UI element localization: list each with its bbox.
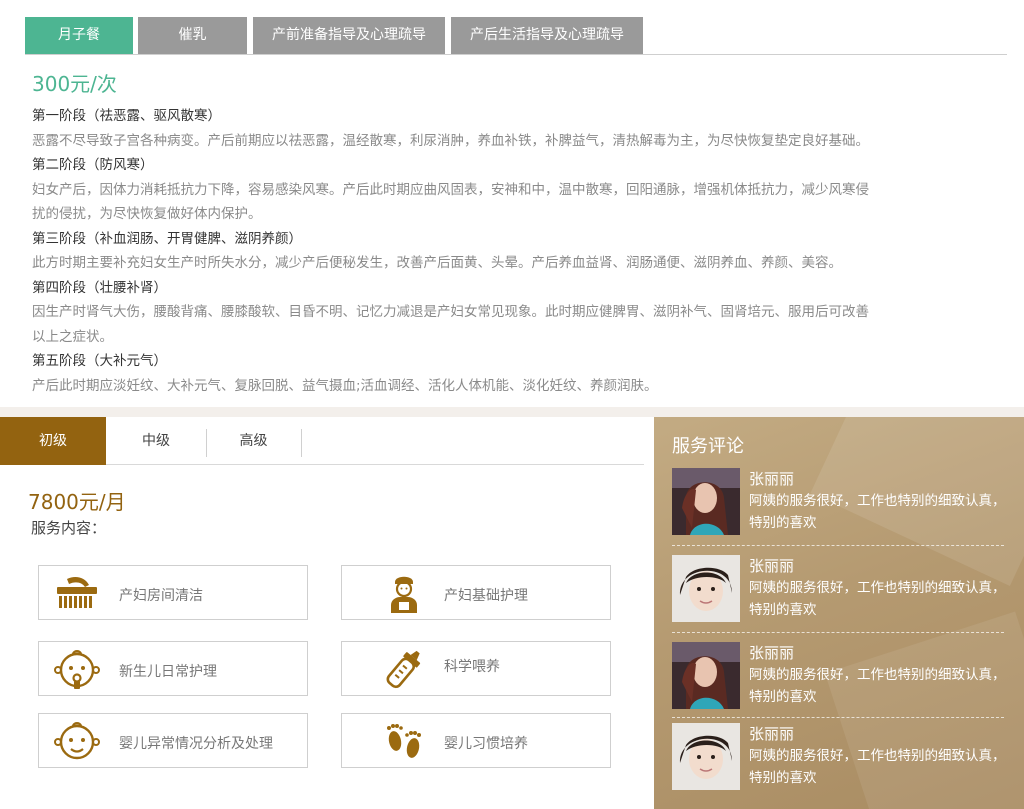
tab-level-junior[interactable]: 初级 bbox=[0, 417, 106, 465]
level-price: 7800元/月 bbox=[28, 490, 126, 514]
stage-title: 第五阶段（大补元气） bbox=[32, 353, 167, 369]
service-label: 产妇房间清洁 bbox=[119, 588, 203, 604]
stage-title: 第四阶段（壮腰补肾） bbox=[32, 279, 167, 296]
service-label: 婴儿习惯培养 bbox=[444, 736, 528, 752]
service-card-habit-training[interactable]: 婴儿习惯培养 bbox=[341, 713, 611, 768]
tab-divider bbox=[301, 429, 302, 457]
baby-bottle-icon bbox=[386, 650, 421, 689]
section-divider bbox=[0, 407, 1024, 417]
service-label: 产妇基础护理 bbox=[444, 588, 528, 604]
reviewer-name: 张丽丽 bbox=[749, 725, 795, 743]
review-item: 张丽丽 阿姨的服务很好，工作也特别的细致认真，特别的喜欢 bbox=[672, 555, 1006, 635]
review-divider bbox=[672, 632, 1004, 633]
tab-confinement-meal[interactable]: 月子餐 bbox=[25, 17, 133, 54]
tab-level-intermediate[interactable]: 中级 bbox=[106, 417, 206, 465]
stage-list: 第一阶段（祛恶露、驱风散寒） 恶露不尽导致子宫各种病变。产后前期应以祛恶露，温经… bbox=[32, 104, 982, 398]
footprints-icon bbox=[387, 724, 421, 758]
review-text: 阿姨的服务很好，工作也特别的细致认真，特别的喜欢 bbox=[749, 667, 1006, 705]
service-content-label: 服务内容： bbox=[31, 519, 107, 537]
tab-prenatal-guidance[interactable]: 产前准备指导及心理疏导 bbox=[253, 17, 445, 54]
avatar bbox=[672, 723, 740, 790]
service-card-scientific-feeding[interactable]: 科学喂养 bbox=[341, 641, 611, 696]
service-card-maternal-care[interactable]: 产妇基础护理 bbox=[341, 565, 611, 620]
stage-desc: 妇女产后，因体力消耗抵抗力下降，容易感染风寒。产后此时期应曲风固表，安神和中，温… bbox=[32, 181, 869, 198]
stage-title: 第二阶段（防风寒） bbox=[32, 157, 154, 173]
stage-desc: 此方时期主要补充妇女生产时所失水分，减少产后便秘发生，改善产后面黄、头晕。产后养… bbox=[32, 255, 842, 271]
stage-desc: 产后此时期应淡妊纹、大补元气、复脉回脱、益气摄血;活血调经、活化人体机能、淡化妊… bbox=[32, 377, 658, 394]
review-item: 张丽丽 阿姨的服务很好，工作也特别的细致认真，特别的喜欢 bbox=[672, 468, 1006, 548]
level-tab-bar: 初级 中级 高级 bbox=[0, 417, 644, 465]
review-divider bbox=[672, 545, 1004, 546]
reviewer-name: 张丽丽 bbox=[749, 644, 795, 662]
service-label: 新生儿日常护理 bbox=[119, 664, 217, 680]
stage-desc: 以上之症状。 bbox=[32, 328, 113, 345]
meal-price: 300元/次 bbox=[32, 72, 117, 96]
brush-icon bbox=[57, 577, 97, 608]
service-label: 科学喂养 bbox=[444, 659, 500, 675]
baby-face-icon bbox=[54, 722, 100, 760]
stage-desc: 扰的侵扰，为尽快恢复做好体内保护。 bbox=[32, 206, 262, 222]
service-card-infant-abnormality[interactable]: 婴儿异常情况分析及处理 bbox=[38, 713, 308, 768]
level-section: 初级 中级 高级 7800元/月 服务内容： 产妇房间清洁 产妇基础护理 新生儿… bbox=[0, 417, 654, 809]
tab-lactation[interactable]: 催乳 bbox=[138, 17, 247, 54]
review-text: 阿姨的服务很好，工作也特别的细致认真，特别的喜欢 bbox=[749, 748, 1006, 786]
baby-face-icon bbox=[54, 650, 100, 689]
review-item: 张丽丽 阿姨的服务很好，工作也特别的细致认真，特别的喜欢 bbox=[672, 642, 1006, 722]
tab-level-senior[interactable]: 高级 bbox=[206, 417, 301, 465]
tab-postnatal-guidance[interactable]: 产后生活指导及心理疏导 bbox=[451, 17, 643, 54]
meal-section: 月子餐 催乳 产前准备指导及心理疏导 产后生活指导及心理疏导 300元/次 第一… bbox=[0, 0, 1024, 407]
review-text: 阿姨的服务很好，工作也特别的细致认真，特别的喜欢 bbox=[749, 493, 1006, 531]
top-tab-bar: 月子餐 催乳 产前准备指导及心理疏导 产后生活指导及心理疏导 bbox=[25, 17, 1007, 55]
nurse-icon bbox=[391, 576, 417, 613]
service-card-room-cleaning[interactable]: 产妇房间清洁 bbox=[38, 565, 308, 620]
stage-desc: 恶露不尽导致子宫各种病变。产后前期应以祛恶露，温经散寒，利尿消肿，养血补铁，补脾… bbox=[32, 132, 869, 149]
review-divider bbox=[672, 717, 1004, 718]
reviewer-name: 张丽丽 bbox=[749, 470, 795, 488]
service-reviews-panel: 服务评论 张丽丽 阿姨的服务很好，工作也特别的细致认真，特别的喜欢 张丽丽 阿姨… bbox=[654, 417, 1024, 809]
reviews-title: 服务评论 bbox=[672, 436, 744, 457]
review-item: 张丽丽 阿姨的服务很好，工作也特别的细致认真，特别的喜欢 bbox=[672, 723, 1006, 803]
avatar bbox=[672, 642, 740, 709]
service-card-newborn-care[interactable]: 新生儿日常护理 bbox=[38, 641, 308, 696]
reviewer-name: 张丽丽 bbox=[749, 557, 795, 575]
service-label: 婴儿异常情况分析及处理 bbox=[119, 736, 273, 752]
stage-desc: 因生产时肾气大伤，腰酸背痛、腰膝酸软、目昏不明、记忆力减退是产妇女常见现象。此时… bbox=[32, 304, 869, 320]
review-text: 阿姨的服务很好，工作也特别的细致认真，特别的喜欢 bbox=[749, 580, 1006, 618]
stage-title: 第三阶段（补血润肠、开胃健脾、滋阴养颜） bbox=[32, 230, 302, 247]
avatar bbox=[672, 555, 740, 622]
stage-title: 第一阶段（祛恶露、驱风散寒） bbox=[32, 108, 221, 124]
avatar bbox=[672, 468, 740, 535]
